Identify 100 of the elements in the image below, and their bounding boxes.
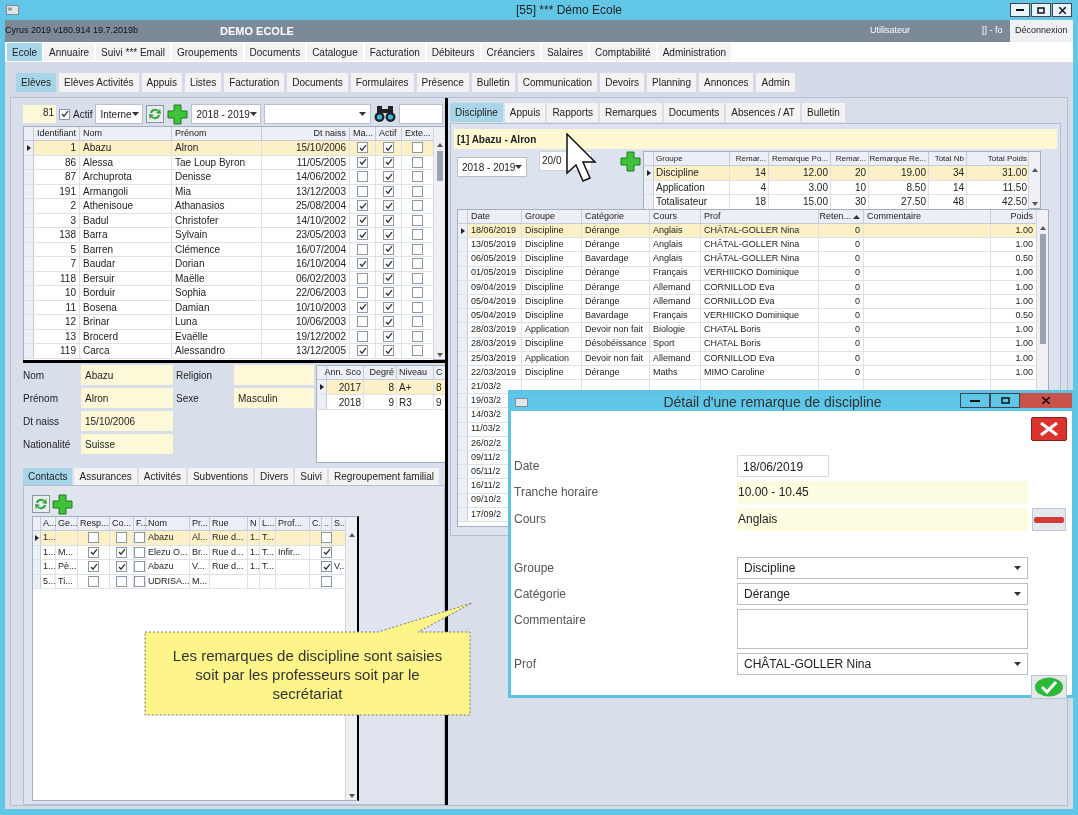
checkbox[interactable] bbox=[383, 171, 394, 183]
tab[interactable]: Annonces bbox=[699, 73, 754, 92]
maximize-button[interactable] bbox=[1031, 3, 1051, 17]
text-field[interactable]: Suisse bbox=[81, 434, 173, 454]
tab[interactable]: Facturation bbox=[224, 73, 285, 92]
checkbox[interactable] bbox=[88, 575, 99, 587]
table-row[interactable]: 1 Abazu Alron 15/10/2006 bbox=[24, 141, 433, 156]
tab[interactable]: Suivi *** Email bbox=[96, 43, 170, 61]
text-field[interactable]: Abazu bbox=[81, 365, 173, 385]
checkbox[interactable] bbox=[412, 156, 423, 168]
tab[interactable]: Groupements bbox=[171, 43, 243, 61]
tab[interactable]: Documents bbox=[244, 43, 306, 61]
column-header[interactable]: Resp... bbox=[78, 517, 110, 530]
checkbox[interactable] bbox=[134, 546, 145, 558]
tab[interactable]: Débiteurs bbox=[426, 43, 480, 61]
column-header[interactable]: Identifiant bbox=[34, 127, 80, 140]
scrollbar[interactable] bbox=[433, 127, 445, 359]
checkbox[interactable] bbox=[383, 229, 394, 241]
column-header[interactable]: Actif bbox=[376, 127, 402, 140]
column-header[interactable]: Remarque Re... bbox=[869, 152, 929, 165]
checkbox[interactable] bbox=[321, 575, 332, 587]
clear-button[interactable] bbox=[1032, 508, 1066, 531]
scrollbar[interactable] bbox=[1028, 152, 1040, 208]
checkbox[interactable] bbox=[134, 575, 145, 587]
row-header[interactable] bbox=[33, 531, 41, 545]
checkbox[interactable] bbox=[383, 156, 394, 168]
tab[interactable]: Facturation bbox=[364, 43, 425, 61]
scroll-down-icon[interactable] bbox=[348, 794, 355, 798]
checkbox[interactable] bbox=[412, 272, 423, 284]
tab[interactable]: Documents bbox=[663, 103, 725, 122]
tab[interactable]: Elèves bbox=[16, 73, 56, 92]
scrollbar-thumb[interactable] bbox=[436, 151, 443, 181]
dropdown[interactable]: CHÂTAL-GOLLER Nina bbox=[737, 653, 1028, 675]
tab[interactable]: Bulletin bbox=[802, 103, 845, 122]
dropdown[interactable]: Dérange bbox=[737, 583, 1028, 605]
checkbox[interactable] bbox=[412, 345, 423, 357]
table-row[interactable]: 119 Carca Alessandro 13/12/2005 bbox=[24, 344, 433, 359]
tab[interactable]: Administration bbox=[657, 43, 732, 61]
tab[interactable]: Planning bbox=[647, 73, 696, 92]
checkbox[interactable] bbox=[383, 243, 394, 255]
checkbox[interactable] bbox=[88, 561, 99, 573]
checkbox[interactable] bbox=[383, 200, 394, 212]
column-header[interactable]: Ma... bbox=[350, 127, 376, 140]
checkbox[interactable] bbox=[412, 200, 423, 212]
table-row[interactable]: 18/06/2019 Discipline Dérange Anglais CHÂTAL-GOLLER Nina 0 1.00 bbox=[458, 224, 1036, 239]
checkbox[interactable] bbox=[412, 171, 423, 183]
maximize-button[interactable] bbox=[990, 393, 1020, 408]
column-header[interactable]: Nom bbox=[80, 127, 172, 140]
tab[interactable]: Admin bbox=[756, 73, 795, 92]
checkbox[interactable] bbox=[412, 214, 423, 226]
checkbox[interactable] bbox=[134, 561, 145, 573]
column-header[interactable]: Catégorie bbox=[582, 210, 650, 223]
tab[interactable]: Catalogue bbox=[307, 43, 363, 61]
row-header[interactable] bbox=[644, 166, 654, 180]
checkbox[interactable] bbox=[383, 345, 394, 357]
checkbox[interactable] bbox=[412, 142, 423, 154]
add-icon[interactable] bbox=[167, 103, 189, 125]
checkbox[interactable] bbox=[357, 316, 368, 328]
scroll-down-icon[interactable] bbox=[1031, 202, 1038, 206]
column-header[interactable]: Prénom bbox=[172, 127, 262, 140]
checkbox[interactable] bbox=[383, 301, 394, 313]
tab[interactable]: Devoirs bbox=[600, 73, 645, 92]
tab[interactable]: Ecole bbox=[7, 43, 42, 61]
checkbox[interactable] bbox=[383, 330, 394, 342]
logout-button[interactable]: Déconnexion bbox=[1010, 20, 1073, 42]
checkbox[interactable] bbox=[116, 532, 127, 544]
column-header[interactable]: Reten... bbox=[819, 210, 864, 223]
tab[interactable]: Divers bbox=[255, 468, 294, 485]
checkbox[interactable] bbox=[383, 142, 394, 154]
scroll-up-icon[interactable] bbox=[348, 533, 355, 537]
column-header[interactable]: Remar... bbox=[730, 152, 769, 165]
text-field[interactable]: 15/10/2006 bbox=[81, 411, 173, 431]
column-header[interactable]: Rue bbox=[210, 517, 248, 530]
search-field[interactable] bbox=[399, 104, 444, 124]
checkbox[interactable] bbox=[412, 185, 423, 197]
tab[interactable]: Assurances bbox=[74, 468, 137, 485]
checkbox[interactable] bbox=[357, 301, 368, 313]
scroll-up-icon[interactable] bbox=[1039, 226, 1046, 230]
checkbox[interactable] bbox=[357, 200, 368, 212]
checkbox[interactable] bbox=[357, 171, 368, 183]
checkbox[interactable] bbox=[88, 546, 99, 558]
date-field[interactable]: 18/06/2019 bbox=[737, 455, 829, 477]
checkbox[interactable] bbox=[383, 214, 394, 226]
scroll-up-icon[interactable] bbox=[1031, 168, 1038, 172]
table-row[interactable]: Discipline 14 12.00 20 19.00 34 31.00 bbox=[644, 166, 1028, 181]
checkbox[interactable] bbox=[357, 272, 368, 284]
checkbox[interactable] bbox=[412, 229, 423, 241]
table-row[interactable]: 87 Archuprota Denisse 14/06/2002 bbox=[24, 170, 433, 185]
table-row[interactable]: 2017 8 A+ 8 bbox=[317, 380, 446, 395]
dropdown[interactable]: Discipline bbox=[737, 557, 1028, 579]
tab[interactable]: Elèves Activités bbox=[59, 73, 139, 92]
cancel-button[interactable] bbox=[1031, 417, 1067, 441]
tab[interactable]: Regroupement familial bbox=[329, 468, 440, 485]
column-header[interactable]: Prof bbox=[701, 210, 819, 223]
column-header[interactable]: Commentaire bbox=[864, 210, 991, 223]
checkbox[interactable] bbox=[412, 316, 423, 328]
column-header[interactable]: N bbox=[248, 517, 260, 530]
add-icon[interactable] bbox=[52, 493, 73, 515]
checkbox[interactable] bbox=[412, 258, 423, 270]
tab[interactable]: Absences / AT bbox=[726, 103, 800, 122]
